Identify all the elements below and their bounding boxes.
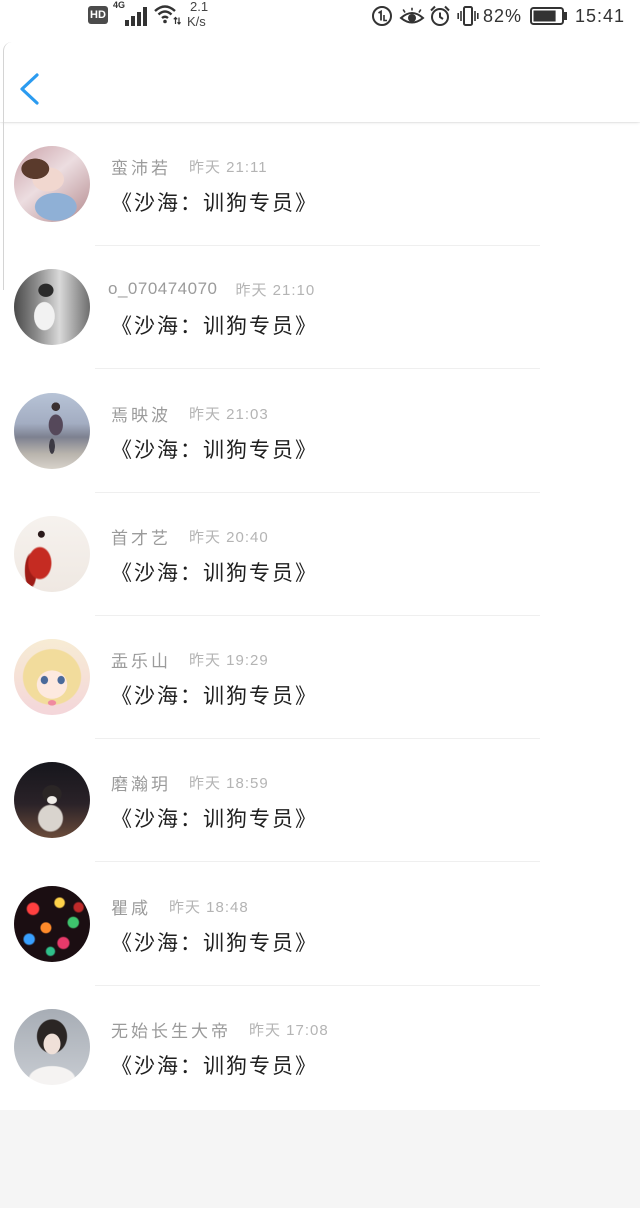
circled-number-icon <box>372 6 392 26</box>
list-item[interactable]: 盂乐山 昨天 19:29 《沙海：训狗专员》 <box>0 616 640 739</box>
comment-meta: 焉映波 昨天 21:03 <box>111 402 269 425</box>
list-item[interactable]: 磨瀚玥 昨天 18:59 《沙海：训狗专员》 <box>0 739 640 862</box>
message-text: 《沙海：训狗专员》 <box>111 1055 318 1078</box>
divider <box>95 368 540 369</box>
username: 首才艺 <box>111 528 171 548</box>
back-button[interactable] <box>10 64 50 110</box>
message-text: 《沙海：训狗专员》 <box>111 315 318 338</box>
username: 焉映波 <box>111 405 171 425</box>
username: 盂乐山 <box>111 651 171 671</box>
timestamp: 昨天 20:40 <box>189 528 269 546</box>
avatar[interactable] <box>14 393 90 469</box>
comment-list: 蛮沛若 昨天 21:11 《沙海：训狗专员》 o_070474070 昨天 21… <box>0 123 640 1110</box>
username: 瞿咸 <box>111 898 151 918</box>
comment-meta: 首才艺 昨天 20:40 <box>111 525 269 548</box>
timestamp: 昨天 18:59 <box>189 774 269 792</box>
timestamp: 昨天 21:11 <box>189 158 268 176</box>
message-text: 《沙海：训狗专员》 <box>111 192 318 215</box>
timestamp: 昨天 21:03 <box>189 405 269 423</box>
username: 无始长生大帝 <box>111 1021 231 1041</box>
message-text: 《沙海：训狗专员》 <box>111 932 318 955</box>
avatar[interactable] <box>14 516 90 592</box>
list-item[interactable]: 蛮沛若 昨天 21:11 《沙海：训狗专员》 <box>0 123 640 246</box>
username: 磨瀚玥 <box>111 774 171 794</box>
comment-meta: 无始长生大帝 昨天 17:08 <box>111 1018 329 1041</box>
hd-badge: HD <box>88 6 108 24</box>
avatar[interactable] <box>14 1009 90 1085</box>
list-item[interactable]: o_070474070 昨天 21:10 《沙海：训狗专员》 <box>0 246 640 369</box>
list-item[interactable]: 首才艺 昨天 20:40 《沙海：训狗专员》 <box>0 493 640 616</box>
timestamp: 昨天 21:10 <box>235 281 316 299</box>
battery-icon <box>530 7 567 25</box>
battery-percent: 82% <box>483 6 523 26</box>
comment-meta: 盂乐山 昨天 19:29 <box>111 648 269 671</box>
list-item[interactable]: 无始长生大帝 昨天 17:08 《沙海：训狗专员》 <box>0 986 640 1109</box>
list-item[interactable]: 焉映波 昨天 21:03 《沙海：训狗专员》 <box>0 370 640 493</box>
timestamp: 昨天 19:29 <box>189 651 269 669</box>
list-item[interactable]: 瞿咸 昨天 18:48 《沙海：训狗专员》 <box>0 863 640 986</box>
signal-bars-icon <box>125 7 147 26</box>
avatar[interactable] <box>14 762 90 838</box>
wifi-icon <box>154 5 181 25</box>
username: 蛮沛若 <box>111 158 171 178</box>
comment-meta: o_070474070 昨天 21:10 <box>108 278 316 300</box>
avatar[interactable] <box>14 886 90 962</box>
comment-meta: 瞿咸 昨天 18:48 <box>111 895 249 918</box>
status-time: 15:41 <box>575 6 626 26</box>
timestamp: 昨天 17:08 <box>249 1021 329 1039</box>
avatar[interactable] <box>14 146 90 222</box>
top-app-bar <box>0 34 640 122</box>
comment-meta: 蛮沛若 昨天 21:11 <box>111 155 268 178</box>
comment-meta: 磨瀚玥 昨天 18:59 <box>111 771 269 794</box>
network-speed-unit: K/s <box>187 14 206 29</box>
avatar[interactable] <box>14 639 90 715</box>
vibrate-icon <box>457 6 479 26</box>
message-text: 《沙海：训狗专员》 <box>111 439 318 462</box>
eye-icon <box>399 7 425 24</box>
timestamp: 昨天 18:48 <box>169 898 249 916</box>
chevron-left-icon <box>20 73 39 105</box>
username: o_070474070 <box>108 279 218 298</box>
status-bar: HD 4G 2.1 K/s 82% 15:41 <box>0 0 640 34</box>
battery-fill <box>533 10 556 22</box>
network-speed-value: 2.1 <box>190 0 209 14</box>
avatar[interactable] <box>14 269 90 345</box>
alarm-clock-icon <box>430 5 450 26</box>
message-text: 《沙海：训狗专员》 <box>111 685 318 708</box>
divider <box>95 861 540 862</box>
message-text: 《沙海：训狗专员》 <box>111 808 318 831</box>
screen: HD 4G 2.1 K/s 82% 15:41 蛮沛若 昨天 21:11 《沙海… <box>0 0 640 1208</box>
message-text: 《沙海：训狗专员》 <box>111 562 318 585</box>
